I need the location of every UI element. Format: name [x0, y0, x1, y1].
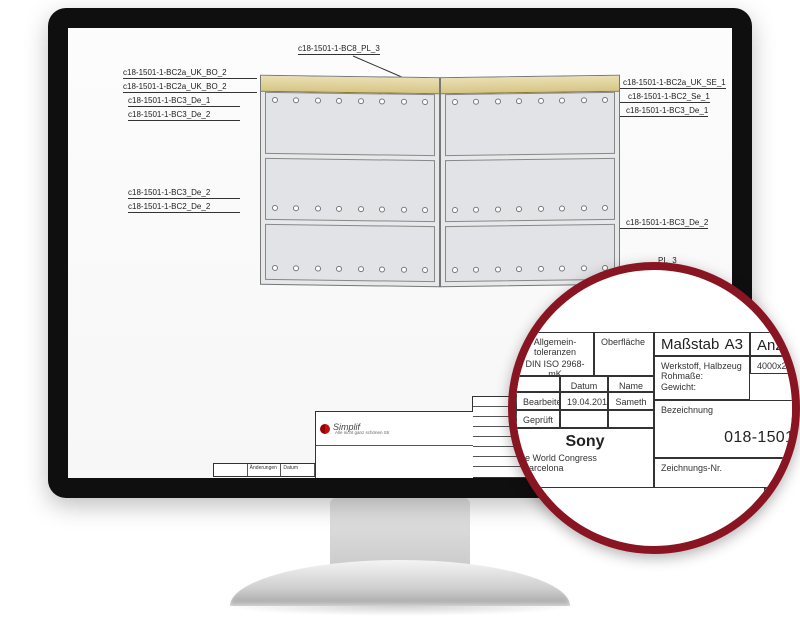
tol-label: Allgemein- toleranzen	[523, 337, 587, 357]
format: A3	[725, 336, 743, 353]
material-label: Werkstoff, Halbzeug Rohmaße: Gewicht:	[661, 361, 743, 392]
edited-name: Sameth	[615, 397, 646, 407]
callout-left-6: c18-1501-1-BC2_De_2	[128, 202, 210, 213]
magnifier: Allgemein- toleranzen DIN ISO 2968-mK Ob…	[508, 262, 800, 554]
drawing-number: 018-1501-1	[661, 429, 800, 447]
revision-block: Änderungen Datum	[213, 463, 315, 477]
surface-label: Oberfläche	[601, 337, 647, 347]
dims-value: 4000x2000x19	[757, 361, 800, 371]
brand-logo-icon	[320, 424, 330, 434]
callout-right-2: c18-1501-1-BC2_Se_1	[628, 92, 710, 103]
callout-left-1: c18-1501-1-BC2a_UK_BO_2	[123, 68, 227, 79]
edited-label: Bearbeitet	[523, 397, 564, 407]
name-header: Name	[619, 381, 643, 391]
edited-date: 19.04.2015	[567, 397, 612, 407]
callout-left-5: c18-1501-1-BC3_De_2	[128, 188, 210, 199]
checked-label: Geprüft	[523, 415, 553, 425]
designation-label: Bezeichnung	[661, 405, 800, 415]
scale-label: Maßstab	[661, 336, 719, 353]
znr-label: Zeichnungs-Nr.	[661, 463, 722, 473]
blatt-label: Blatt:	[771, 493, 792, 503]
callout-left-2: c18-1501-1-BC2a_UK_BO_2	[123, 82, 227, 93]
anz-label: Anz	[757, 337, 783, 354]
callout-top: c18-1501-1-BC8_PL_3	[298, 44, 380, 55]
client-name: Sony	[523, 433, 647, 451]
brand-box: Simplif Alle nicht ganz schönen Str	[315, 411, 473, 478]
magnified-titleblock: Allgemein- toleranzen DIN ISO 2968-mK Ob…	[508, 298, 800, 554]
callout-left-4: c18-1501-1-BC3_De_2	[128, 110, 210, 121]
date-header: Datum	[571, 381, 598, 391]
callout-left-3: c18-1501-1-BC3_De_1	[128, 96, 210, 107]
event-name: le World Congress Barcelona	[523, 453, 647, 473]
callout-right-4: c18-1501-1-BC3_De_2	[626, 218, 708, 229]
callout-right-3: c18-1501-1-BC3_De_1	[626, 106, 708, 117]
callout-right-1: c18-1501-1-BC2a_UK_SE_1	[623, 78, 726, 89]
brand-tagline: Alle nicht ganz schönen Str	[335, 430, 390, 435]
panel-assembly	[260, 76, 620, 286]
